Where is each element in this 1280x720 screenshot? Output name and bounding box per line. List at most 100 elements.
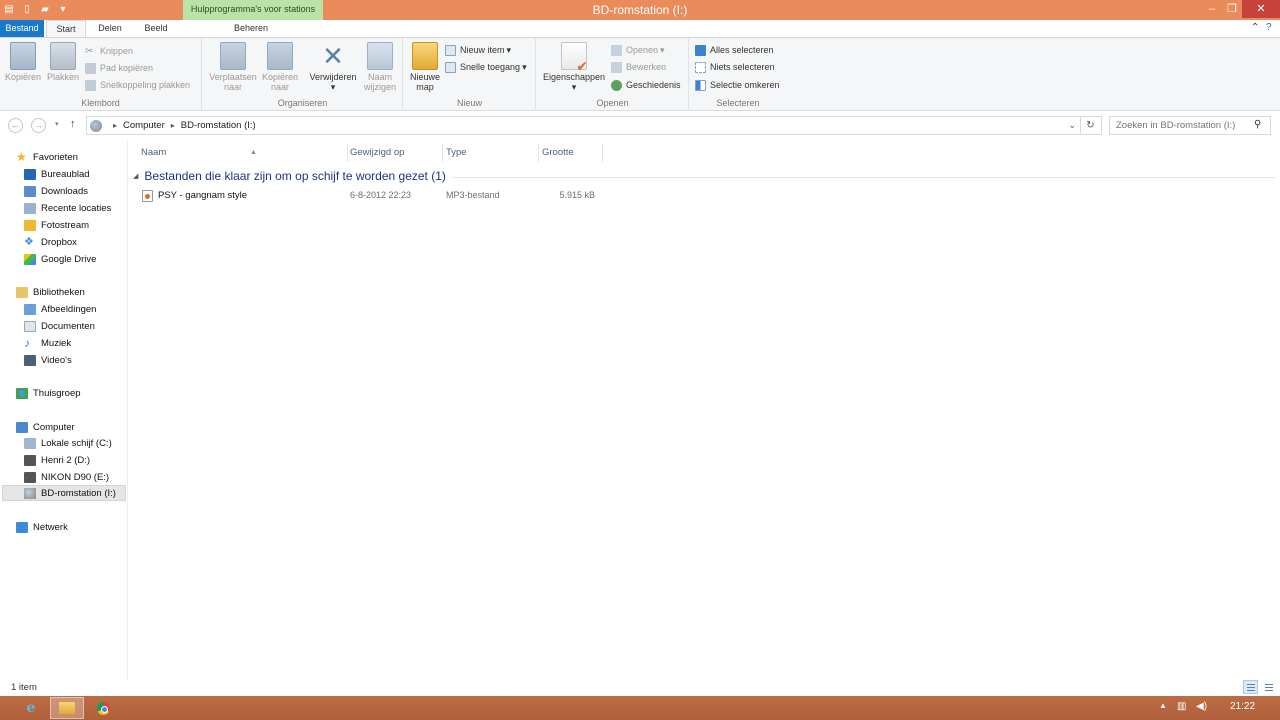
refresh-button[interactable]: ↻ bbox=[1080, 116, 1102, 135]
app-menu-icon[interactable]: ▤ bbox=[2, 2, 16, 16]
breadcrumb-computer[interactable]: Computer bbox=[123, 120, 165, 131]
dropbox-icon: ❖ bbox=[24, 235, 34, 248]
nav-label: NIKON D90 (E:) bbox=[41, 471, 110, 483]
nav-item-desktop[interactable]: Bureaublad bbox=[24, 166, 90, 182]
back-button[interactable]: ← bbox=[8, 118, 23, 133]
new-folder-button[interactable]: Nieuwe map bbox=[407, 42, 443, 92]
rename-button[interactable]: Naam wijzigen bbox=[361, 42, 399, 92]
properties-button[interactable]: Eigenschappen ▾ bbox=[541, 42, 607, 92]
volume-icon[interactable]: ◀) bbox=[1196, 701, 1207, 712]
properties-qat-icon[interactable]: ▯ bbox=[20, 2, 34, 16]
address-bar[interactable]: ▸ Computer ▸ BD-romstation (I:) ⌄ bbox=[86, 116, 1081, 135]
taskbar-internet-explorer[interactable]: e bbox=[14, 697, 48, 719]
edit-button[interactable]: Bewerken bbox=[611, 60, 666, 74]
new-folder-icon bbox=[412, 42, 438, 70]
desktop-icon bbox=[24, 168, 36, 180]
scissors-icon: ✂ bbox=[85, 45, 94, 57]
copy-path-button[interactable]: Pad kopiëren bbox=[85, 61, 153, 75]
group-header[interactable]: ◢ Bestanden die klaar zijn om op schijf … bbox=[133, 168, 446, 184]
nav-item-google-drive[interactable]: Google Drive bbox=[24, 251, 96, 267]
column-header-name[interactable]: Naam ▲ bbox=[141, 145, 347, 161]
up-arrow-icon[interactable]: ↑ bbox=[70, 118, 76, 130]
search-input[interactable] bbox=[1109, 116, 1271, 135]
open-button[interactable]: Openen ▾ bbox=[611, 43, 665, 57]
show-hidden-icons-icon[interactable]: ▲ bbox=[1159, 701, 1167, 710]
new-item-dropdown-icon: ▾ bbox=[506, 44, 512, 55]
invert-selection-button[interactable]: Selectie omkeren bbox=[695, 78, 780, 92]
forward-button[interactable]: → bbox=[31, 118, 46, 133]
copy-button[interactable]: Kopiëren bbox=[4, 42, 42, 82]
tab-start[interactable]: Start bbox=[46, 20, 86, 37]
column-divider[interactable] bbox=[538, 144, 539, 162]
tab-view[interactable]: Beeld bbox=[134, 20, 178, 37]
breadcrumb-drive[interactable]: BD-romstation (I:) bbox=[181, 120, 256, 131]
nav-item-pictures[interactable]: Afbeeldingen bbox=[24, 301, 96, 317]
nav-favorites[interactable]: ★ Favorieten bbox=[16, 149, 78, 165]
delete-dropdown-icon[interactable]: ▾ bbox=[305, 82, 361, 92]
column-header-size[interactable]: Grootte bbox=[542, 145, 602, 161]
collapse-triangle-icon[interactable]: ◢ bbox=[133, 172, 138, 180]
search-icon[interactable]: ⚲ bbox=[1254, 119, 1261, 130]
nav-item-c-drive[interactable]: Lokale schijf (C:) bbox=[24, 435, 112, 451]
move-to-button[interactable]: Verplaatsen naar bbox=[207, 42, 259, 92]
group-label-organize: Organiseren bbox=[277, 98, 328, 108]
easy-access-button[interactable]: Snelle toegang ▾ bbox=[445, 60, 527, 74]
address-dropdown-icon[interactable]: ⌄ bbox=[1068, 120, 1076, 131]
group-new: Nieuwe map Nieuw item ▾ Snelle toegang ▾… bbox=[404, 38, 536, 111]
recent-locations-dropdown-icon[interactable]: ▾ bbox=[55, 120, 59, 128]
large-icons-view-button[interactable] bbox=[1261, 680, 1276, 694]
copy-to-button[interactable]: Kopiëren naar bbox=[259, 42, 301, 92]
tab-file[interactable]: Bestand bbox=[0, 20, 44, 37]
column-divider[interactable] bbox=[347, 144, 348, 162]
collapse-ribbon-icon[interactable]: ⌃ bbox=[1251, 22, 1259, 33]
group-select: Alles selecteren Niets selecteren Select… bbox=[690, 38, 786, 111]
breadcrumb-separator-icon[interactable]: ▸ bbox=[113, 121, 117, 130]
nav-item-e-drive[interactable]: NIKON D90 (E:) bbox=[24, 469, 109, 485]
details-view-button[interactable] bbox=[1243, 680, 1258, 694]
context-tab-drive-tools[interactable]: Hulpprogramma's voor stations bbox=[183, 0, 323, 20]
nav-homegroup[interactable]: Thuisgroep bbox=[16, 385, 81, 401]
group-label-open: Openen bbox=[596, 98, 629, 108]
column-divider[interactable] bbox=[602, 144, 603, 162]
qat-dropdown-icon[interactable]: ▾ bbox=[56, 2, 70, 16]
select-all-button[interactable]: Alles selecteren bbox=[695, 43, 774, 57]
paste-button[interactable]: Plakken bbox=[44, 42, 82, 82]
pictures-icon bbox=[24, 303, 36, 315]
nav-item-music[interactable]: ♪ Muziek bbox=[24, 335, 71, 351]
nav-item-downloads[interactable]: Downloads bbox=[24, 183, 88, 199]
nav-item-videos[interactable]: Video's bbox=[24, 352, 72, 368]
breadcrumb-separator-icon[interactable]: ▸ bbox=[171, 121, 175, 130]
nav-item-documents[interactable]: Documenten bbox=[24, 318, 95, 334]
nav-computer[interactable]: Computer bbox=[16, 419, 75, 435]
properties-dropdown-icon[interactable]: ▾ bbox=[541, 82, 607, 92]
new-item-button[interactable]: Nieuw item ▾ bbox=[445, 43, 511, 57]
new-folder-qat-icon[interactable]: ▰ bbox=[38, 2, 52, 16]
network-tray-icon[interactable]: ▥ bbox=[1177, 701, 1186, 712]
column-divider[interactable] bbox=[442, 144, 443, 162]
column-header-type[interactable]: Type bbox=[446, 145, 540, 161]
table-row[interactable]: PSY - gangnam style 6-8-2012 22:23 MP3-b… bbox=[139, 188, 599, 204]
open-icon bbox=[611, 44, 622, 56]
clock[interactable]: 21:22 bbox=[1230, 701, 1255, 712]
nav-item-recent[interactable]: Recente locaties bbox=[24, 200, 111, 216]
history-button[interactable]: Geschiedenis bbox=[611, 78, 681, 92]
nav-item-i-drive[interactable]: BD-romstation (I:) bbox=[2, 485, 126, 501]
tab-share[interactable]: Delen bbox=[88, 20, 132, 37]
taskbar-chrome[interactable] bbox=[86, 697, 120, 719]
file-size: 5.915 kB bbox=[559, 190, 595, 200]
nav-network[interactable]: Netwerk bbox=[16, 519, 68, 535]
nav-item-dropbox[interactable]: ❖ Dropbox bbox=[24, 234, 77, 250]
nav-libraries[interactable]: Bibliotheken bbox=[16, 284, 85, 300]
column-header-modified[interactable]: Gewijzigd op bbox=[350, 145, 444, 161]
nav-item-d-drive[interactable]: Henri 2 (D:) bbox=[24, 452, 90, 468]
select-none-button[interactable]: Niets selecteren bbox=[695, 60, 775, 74]
help-icon[interactable]: ? bbox=[1266, 22, 1272, 33]
nav-label: Downloads bbox=[41, 185, 88, 197]
nav-item-photostream[interactable]: Fotostream bbox=[24, 217, 89, 233]
paste-shortcut-button[interactable]: Snelkoppeling plakken bbox=[85, 78, 190, 92]
tab-manage[interactable]: Beheren bbox=[222, 20, 280, 37]
cut-button[interactable]: ✂ Knippen bbox=[85, 44, 133, 58]
delete-button[interactable]: ✕ Verwijderen ▾ bbox=[305, 42, 361, 92]
close-button[interactable]: ✕ bbox=[1242, 0, 1280, 18]
taskbar-file-explorer[interactable] bbox=[50, 697, 84, 719]
